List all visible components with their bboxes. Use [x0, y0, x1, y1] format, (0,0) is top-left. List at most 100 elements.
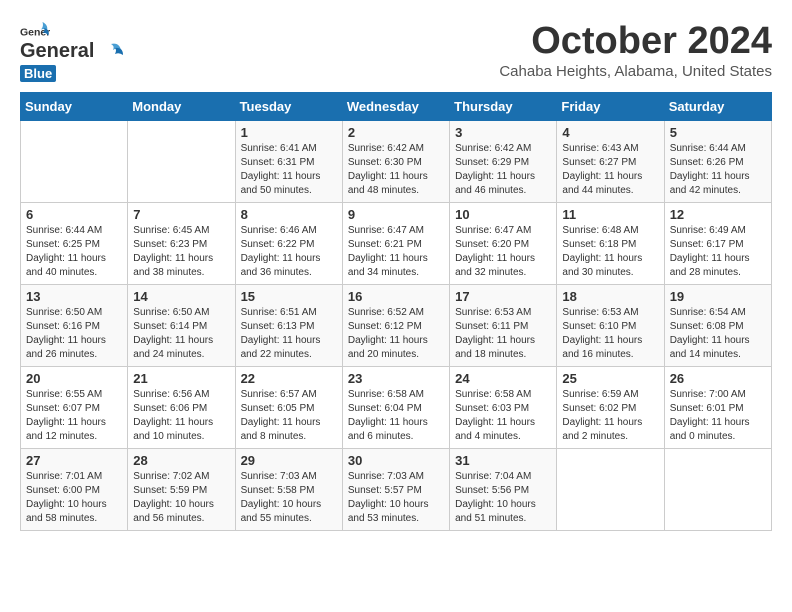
cell-content: Sunrise: 7:00 AM Sunset: 6:01 PM Dayligh… — [670, 388, 766, 444]
calendar-cell: 2 Sunrise: 6:42 AM Sunset: 6:30 PM Daylig… — [342, 121, 449, 203]
cell-content: Sunrise: 6:46 AM Sunset: 6:22 PM Dayligh… — [241, 224, 337, 280]
cell-content: Sunrise: 7:02 AM Sunset: 5:59 PM Dayligh… — [133, 470, 229, 526]
day-number: 28 — [133, 453, 229, 468]
cell-content: Sunrise: 6:48 AM Sunset: 6:18 PM Dayligh… — [562, 224, 658, 280]
weekday-header-monday: Monday — [128, 93, 235, 121]
cell-content: Sunrise: 6:58 AM Sunset: 6:03 PM Dayligh… — [455, 388, 551, 444]
calendar-cell: 21 Sunrise: 6:56 AM Sunset: 6:06 PM Dayli… — [128, 367, 235, 449]
calendar-cell: 31 Sunrise: 7:04 AM Sunset: 5:56 PM Dayli… — [450, 449, 557, 531]
calendar-cell: 18 Sunrise: 6:53 AM Sunset: 6:10 PM Dayli… — [557, 285, 664, 367]
cell-content: Sunrise: 6:50 AM Sunset: 6:16 PM Dayligh… — [26, 306, 122, 362]
cell-content: Sunrise: 6:56 AM Sunset: 6:06 PM Dayligh… — [133, 388, 229, 444]
day-number: 6 — [26, 207, 122, 222]
calendar-cell: 15 Sunrise: 6:51 AM Sunset: 6:13 PM Dayli… — [235, 285, 342, 367]
cell-content: Sunrise: 6:53 AM Sunset: 6:10 PM Dayligh… — [562, 306, 658, 362]
day-number: 8 — [241, 207, 337, 222]
cell-content: Sunrise: 7:04 AM Sunset: 5:56 PM Dayligh… — [455, 470, 551, 526]
cell-content: Sunrise: 6:53 AM Sunset: 6:11 PM Dayligh… — [455, 306, 551, 362]
location-subtitle: Cahaba Heights, Alabama, United States — [499, 63, 772, 80]
day-number: 20 — [26, 371, 122, 386]
calendar-cell: 7 Sunrise: 6:45 AM Sunset: 6:23 PM Daylig… — [128, 203, 235, 285]
cell-content: Sunrise: 6:50 AM Sunset: 6:14 PM Dayligh… — [133, 306, 229, 362]
cell-content: Sunrise: 6:55 AM Sunset: 6:07 PM Dayligh… — [26, 388, 122, 444]
calendar-cell: 4Sunrise: 6:43 AM Sunset: 6:27 PM Daylig… — [557, 121, 664, 203]
cell-content: Sunrise: 6:42 AM Sunset: 6:30 PM Dayligh… — [348, 142, 444, 198]
cell-content: Sunrise: 6:52 AM Sunset: 6:12 PM Dayligh… — [348, 306, 444, 362]
calendar-week-row: 13 Sunrise: 6:50 AM Sunset: 6:16 PM Dayli… — [21, 285, 772, 367]
calendar-week-row: 20 Sunrise: 6:55 AM Sunset: 6:07 PM Dayli… — [21, 367, 772, 449]
cell-content: Sunrise: 7:03 AM Sunset: 5:57 PM Dayligh… — [348, 470, 444, 526]
page-header: General General Blue October 2024 Cahaba… — [20, 20, 772, 82]
calendar-cell: 17Sunrise: 6:53 AM Sunset: 6:11 PM Dayli… — [450, 285, 557, 367]
calendar-cell: 13 Sunrise: 6:50 AM Sunset: 6:16 PM Dayli… — [21, 285, 128, 367]
logo-blue-text: Blue — [20, 65, 56, 82]
calendar-cell: 14 Sunrise: 6:50 AM Sunset: 6:14 PM Dayli… — [128, 285, 235, 367]
logo-bird-graphic — [97, 42, 125, 62]
day-number: 23 — [348, 371, 444, 386]
calendar-table: SundayMondayTuesdayWednesdayThursdayFrid… — [20, 92, 772, 531]
cell-content: Sunrise: 6:42 AM Sunset: 6:29 PM Dayligh… — [455, 142, 551, 198]
day-number: 31 — [455, 453, 551, 468]
day-number: 16 — [348, 289, 444, 304]
cell-content: Sunrise: 6:47 AM Sunset: 6:21 PM Dayligh… — [348, 224, 444, 280]
day-number: 24 — [455, 371, 551, 386]
cell-content: Sunrise: 7:01 AM Sunset: 6:00 PM Dayligh… — [26, 470, 122, 526]
weekday-header-thursday: Thursday — [450, 93, 557, 121]
weekday-header-tuesday: Tuesday — [235, 93, 342, 121]
weekday-header-saturday: Saturday — [664, 93, 771, 121]
calendar-cell: 23 Sunrise: 6:58 AM Sunset: 6:04 PM Dayli… — [342, 367, 449, 449]
calendar-cell: 10Sunrise: 6:47 AM Sunset: 6:20 PM Dayli… — [450, 203, 557, 285]
cell-content: Sunrise: 6:49 AM Sunset: 6:17 PM Dayligh… — [670, 224, 766, 280]
calendar-cell: 28 Sunrise: 7:02 AM Sunset: 5:59 PM Dayli… — [128, 449, 235, 531]
day-number: 21 — [133, 371, 229, 386]
calendar-header-row: SundayMondayTuesdayWednesdayThursdayFrid… — [21, 93, 772, 121]
day-number: 5 — [670, 125, 766, 140]
logo-general-text: General — [20, 40, 94, 63]
day-number: 18 — [562, 289, 658, 304]
calendar-cell: 12 Sunrise: 6:49 AM Sunset: 6:17 PM Dayli… — [664, 203, 771, 285]
day-number: 30 — [348, 453, 444, 468]
calendar-cell: 27 Sunrise: 7:01 AM Sunset: 6:00 PM Dayli… — [21, 449, 128, 531]
calendar-cell — [128, 121, 235, 203]
cell-content: Sunrise: 7:03 AM Sunset: 5:58 PM Dayligh… — [241, 470, 337, 526]
cell-content: Sunrise: 6:51 AM Sunset: 6:13 PM Dayligh… — [241, 306, 337, 362]
day-number: 27 — [26, 453, 122, 468]
day-number: 1 — [241, 125, 337, 140]
cell-content: Sunrise: 6:44 AM Sunset: 6:26 PM Dayligh… — [670, 142, 766, 198]
day-number: 9 — [348, 207, 444, 222]
cell-content: Sunrise: 6:54 AM Sunset: 6:08 PM Dayligh… — [670, 306, 766, 362]
day-number: 26 — [670, 371, 766, 386]
calendar-cell: 8 Sunrise: 6:46 AM Sunset: 6:22 PM Daylig… — [235, 203, 342, 285]
calendar-cell: 3 Sunrise: 6:42 AM Sunset: 6:29 PM Daylig… — [450, 121, 557, 203]
day-number: 14 — [133, 289, 229, 304]
calendar-cell: 26 Sunrise: 7:00 AM Sunset: 6:01 PM Dayli… — [664, 367, 771, 449]
calendar-cell: 9 Sunrise: 6:47 AM Sunset: 6:21 PM Daylig… — [342, 203, 449, 285]
weekday-header-friday: Friday — [557, 93, 664, 121]
cell-content: Sunrise: 6:58 AM Sunset: 6:04 PM Dayligh… — [348, 388, 444, 444]
calendar-cell: 19Sunrise: 6:54 AM Sunset: 6:08 PM Dayli… — [664, 285, 771, 367]
day-number: 13 — [26, 289, 122, 304]
day-number: 12 — [670, 207, 766, 222]
cell-content: Sunrise: 6:45 AM Sunset: 6:23 PM Dayligh… — [133, 224, 229, 280]
calendar-cell: 11Sunrise: 6:48 AM Sunset: 6:18 PM Dayli… — [557, 203, 664, 285]
day-number: 29 — [241, 453, 337, 468]
day-number: 7 — [133, 207, 229, 222]
logo: General General Blue — [20, 20, 125, 82]
title-block: October 2024 Cahaba Heights, Alabama, Un… — [499, 20, 772, 80]
calendar-cell — [664, 449, 771, 531]
calendar-week-row: 6Sunrise: 6:44 AM Sunset: 6:25 PM Daylig… — [21, 203, 772, 285]
cell-content: Sunrise: 6:41 AM Sunset: 6:31 PM Dayligh… — [241, 142, 337, 198]
cell-content: Sunrise: 6:57 AM Sunset: 6:05 PM Dayligh… — [241, 388, 337, 444]
calendar-week-row: 27 Sunrise: 7:01 AM Sunset: 6:00 PM Dayli… — [21, 449, 772, 531]
calendar-cell: 5 Sunrise: 6:44 AM Sunset: 6:26 PM Daylig… — [664, 121, 771, 203]
day-number: 15 — [241, 289, 337, 304]
cell-content: Sunrise: 6:43 AM Sunset: 6:27 PM Dayligh… — [562, 142, 658, 198]
day-number: 3 — [455, 125, 551, 140]
calendar-cell: 20 Sunrise: 6:55 AM Sunset: 6:07 PM Dayli… — [21, 367, 128, 449]
day-number: 22 — [241, 371, 337, 386]
calendar-cell: 25Sunrise: 6:59 AM Sunset: 6:02 PM Dayli… — [557, 367, 664, 449]
calendar-cell — [557, 449, 664, 531]
day-number: 2 — [348, 125, 444, 140]
calendar-cell: 22 Sunrise: 6:57 AM Sunset: 6:05 PM Dayli… — [235, 367, 342, 449]
cell-content: Sunrise: 6:47 AM Sunset: 6:20 PM Dayligh… — [455, 224, 551, 280]
